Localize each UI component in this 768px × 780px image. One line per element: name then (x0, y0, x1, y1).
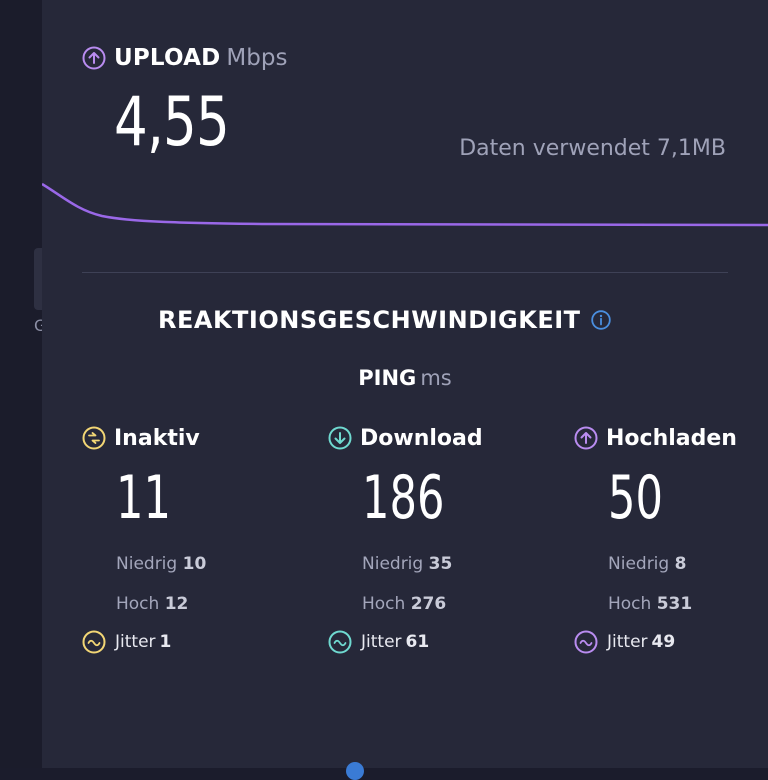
download-high-label: Hoch (362, 594, 406, 614)
ping-unit: ms (420, 366, 452, 390)
ping-column-download: Download 186 Niedrig 35 Hoch 276 Jitter … (328, 424, 528, 654)
upload-title: UPLOAD (114, 45, 221, 71)
idle-low-label: Niedrig (116, 554, 178, 574)
jitter-wave-icon (574, 630, 598, 654)
jitter-wave-icon (82, 630, 106, 654)
upload-high-value: 531 (656, 594, 693, 614)
latency-title-text: REAKTIONSGESCHWINDIGKEIT (158, 306, 581, 334)
idle-icon (82, 426, 106, 450)
idle-jitter: Jitter 1 (82, 630, 171, 654)
download-low-value: 35 (428, 554, 453, 574)
ping-column-idle: Inaktiv 11 Niedrig 10 Hoch 12 Jitter 1 (82, 424, 282, 654)
info-icon[interactable] (590, 310, 611, 330)
upload-low-label: Niedrig (608, 554, 670, 574)
download-label: Download (360, 425, 483, 451)
ping-column-upload: Hochladen 50 Niedrig 8 Hoch 531 Jitter 4… (574, 424, 768, 654)
download-high-value: 276 (410, 594, 447, 614)
upload-jitter: Jitter 49 (574, 630, 675, 654)
upload-high: Hoch 531 (608, 594, 692, 614)
download-jitter-label: Jitter (361, 632, 402, 652)
idle-jitter-label: Jitter (115, 632, 156, 652)
upload-arrow-icon (574, 426, 598, 450)
upload-jitter-label: Jitter (607, 632, 648, 652)
upload-low: Niedrig 8 (608, 554, 686, 574)
idle-label: Inaktiv (114, 425, 200, 451)
side-panel-control[interactable] (34, 248, 42, 310)
idle-high-value: 12 (164, 594, 189, 614)
idle-low-value: 10 (182, 554, 207, 574)
idle-low: Niedrig 10 (116, 554, 206, 574)
idle-high: Hoch 12 (116, 594, 188, 614)
upload-ping-value: 50 (608, 463, 663, 533)
side-panel-label: G (34, 316, 42, 335)
download-jitter-value: 61 (405, 632, 430, 652)
upload-header: UPLOAD Mbps (82, 42, 287, 74)
idle-ping-value: 11 (116, 463, 171, 533)
download-jitter: Jitter 61 (328, 630, 429, 654)
upload-high-label: Hoch (608, 594, 652, 614)
section-divider (82, 272, 728, 273)
upload-speed-graph (42, 182, 768, 227)
jitter-wave-icon (328, 630, 352, 654)
download-high: Hoch 276 (362, 594, 446, 614)
upload-arrow-icon (82, 46, 106, 70)
download-low: Niedrig 35 (362, 554, 452, 574)
upload-jitter-value: 49 (651, 632, 676, 652)
idle-high-label: Hoch (116, 594, 160, 614)
data-used-text: Daten verwendet 7,1MB (459, 136, 726, 161)
ping-title: PING (358, 366, 417, 390)
download-arrow-icon (328, 426, 352, 450)
download-ping-value: 186 (362, 463, 445, 533)
upload-low-value: 8 (674, 554, 687, 574)
idle-jitter-value: 1 (159, 632, 172, 652)
latency-section-title: REAKTIONSGESCHWINDIGKEIT (158, 306, 611, 334)
upload-unit: Mbps (226, 45, 288, 71)
upload-speed-line (42, 182, 768, 227)
upload-speed-value: 4,55 (114, 83, 230, 162)
upload-ping-label: Hochladen (606, 425, 737, 451)
page-indicator-dot[interactable] (346, 762, 364, 780)
download-low-label: Niedrig (362, 554, 424, 574)
ping-label: PING ms (0, 366, 768, 390)
